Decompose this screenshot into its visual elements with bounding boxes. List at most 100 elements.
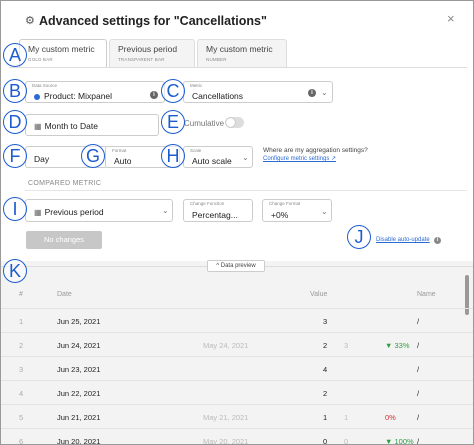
cumulative-toggle[interactable] bbox=[225, 117, 244, 128]
close-icon[interactable]: × bbox=[447, 11, 455, 26]
section-divider bbox=[25, 190, 467, 191]
compared-period-select[interactable]: ▦ Previous period ⌄ bbox=[25, 199, 173, 222]
table-row: 6 Jun 20, 2021 May 20, 2021 0 0 ▼ 100% / bbox=[1, 428, 473, 445]
row-name: / bbox=[417, 341, 420, 350]
scale-value: Auto scale bbox=[192, 156, 232, 166]
row-date: Jun 22, 2021 bbox=[57, 389, 101, 398]
table-row: 4 Jun 22, 2021 2 / bbox=[1, 380, 473, 404]
calendar-icon: ▦ bbox=[34, 208, 42, 217]
format-value: Auto bbox=[114, 156, 132, 166]
row-value: 4 bbox=[323, 365, 328, 374]
tab-sub: NUMBER bbox=[206, 57, 227, 62]
granularity-value: Day bbox=[34, 154, 50, 164]
metric-select[interactable]: Metric Cancellations i ⌄ bbox=[183, 81, 333, 103]
change-function-value: Percentag... bbox=[192, 210, 238, 220]
row-value: 1 bbox=[323, 413, 328, 422]
annotation-marker-f: F bbox=[3, 144, 27, 168]
row-value: 2 bbox=[323, 389, 328, 398]
data-source-select[interactable]: Data Source Product: Mixpanel i bbox=[25, 81, 165, 103]
row-change: 0% bbox=[385, 413, 396, 422]
row-date: Jun 21, 2021 bbox=[57, 413, 101, 422]
tab-my-custom-metric-gold[interactable]: My custom metric GOLD BAR bbox=[19, 39, 107, 67]
row-previous-value: 0 bbox=[344, 437, 349, 445]
no-changes-button[interactable]: No changes bbox=[26, 231, 102, 249]
chevron-down-icon: ⌄ bbox=[242, 153, 249, 162]
compared-period-value: ▦ Previous period bbox=[34, 207, 104, 217]
modal-title: Advanced settings for "Cancellations" bbox=[39, 14, 267, 28]
row-name: / bbox=[417, 389, 420, 398]
date-range-value: ▦ Month to Date bbox=[34, 121, 98, 131]
aggregation-question: Where are my aggregation settings? bbox=[263, 147, 368, 154]
row-date: Jun 24, 2021 bbox=[57, 341, 101, 350]
row-change: ▼ 33% bbox=[385, 341, 410, 350]
data-preview-toggle[interactable]: ^ Data preview bbox=[207, 260, 265, 272]
row-index: 1 bbox=[19, 317, 24, 326]
chevron-down-icon: ⌄ bbox=[321, 88, 328, 97]
annotation-marker-a: A bbox=[3, 43, 27, 67]
annotation-marker-k: K bbox=[3, 259, 27, 283]
mixpanel-icon bbox=[34, 93, 40, 100]
gear-icon: ⚙ bbox=[25, 15, 35, 27]
chevron-down-icon: ⌄ bbox=[162, 206, 169, 215]
row-name: / bbox=[417, 437, 420, 445]
annotation-marker-j: J bbox=[347, 225, 371, 249]
row-value: 3 bbox=[323, 317, 328, 326]
row-previous-value: 3 bbox=[344, 341, 349, 350]
modal-header: ⚙ Advanced settings for "Cancellations" … bbox=[1, 1, 473, 41]
annotation-marker-b: B bbox=[3, 79, 27, 103]
info-icon[interactable]: i bbox=[150, 91, 158, 99]
header-value: Value bbox=[310, 291, 328, 298]
row-previous-date: May 20, 2021 bbox=[203, 437, 249, 445]
annotation-marker-d: D bbox=[3, 110, 27, 134]
tab-label: My custom metric bbox=[206, 44, 273, 54]
tab-previous-period[interactable]: Previous period TRANSPARENT BAR bbox=[109, 39, 195, 67]
row-index: 2 bbox=[19, 341, 24, 350]
row-index: 3 bbox=[19, 365, 24, 374]
header-date: Date bbox=[57, 291, 72, 298]
change-function-select[interactable]: Change Function Percentag... bbox=[183, 199, 253, 222]
info-icon[interactable]: i bbox=[308, 89, 316, 97]
row-value: 0 bbox=[323, 437, 328, 445]
row-previous-date: May 24, 2021 bbox=[203, 341, 249, 350]
disable-auto-update-link[interactable]: Disable auto-update bbox=[376, 237, 430, 243]
annotation-marker-i: I bbox=[3, 197, 27, 221]
table-row: 1 Jun 25, 2021 3 / bbox=[1, 308, 473, 332]
date-range-select[interactable]: ▦ Month to Date bbox=[25, 114, 159, 136]
tab-divider bbox=[9, 67, 467, 68]
info-icon[interactable]: i bbox=[434, 237, 441, 244]
tab-label: My custom metric bbox=[28, 44, 95, 54]
table-row: 2 Jun 24, 2021 May 24, 2021 2 3 ▼ 33% / bbox=[1, 332, 473, 356]
tab-my-custom-metric-number[interactable]: My custom metric NUMBER bbox=[197, 39, 287, 67]
row-date: Jun 20, 2021 bbox=[57, 437, 101, 445]
chevron-down-icon: ⌄ bbox=[321, 207, 328, 216]
calendar-icon: ▦ bbox=[34, 122, 42, 131]
change-format-label: Change Format bbox=[269, 201, 301, 206]
tab-sub: GOLD BAR bbox=[28, 57, 53, 62]
row-date: Jun 25, 2021 bbox=[57, 317, 101, 326]
metric-label: Metric bbox=[190, 83, 203, 88]
scale-select[interactable]: Scale Auto scale ⌄ bbox=[183, 146, 253, 168]
format-label: Format bbox=[112, 148, 127, 153]
row-index: 4 bbox=[19, 389, 24, 398]
table-row: 5 Jun 21, 2021 May 21, 2021 1 1 0% / bbox=[1, 404, 473, 428]
row-value: 2 bbox=[323, 341, 328, 350]
data-source-value: Product: Mixpanel bbox=[34, 91, 112, 101]
date-range-text: Month to Date bbox=[44, 121, 98, 131]
row-previous-date: May 21, 2021 bbox=[203, 413, 249, 422]
compared-period-text: Previous period bbox=[44, 207, 104, 217]
table-row: 3 Jun 23, 2021 4 / bbox=[1, 356, 473, 380]
header-name: Name bbox=[417, 291, 436, 298]
cumulative-label: Cumulative bbox=[184, 119, 225, 128]
row-previous-value: 1 bbox=[344, 413, 349, 422]
compared-metric-heading: COMPARED METRIC bbox=[28, 180, 102, 187]
annotation-marker-g: G bbox=[81, 144, 105, 168]
row-name: / bbox=[417, 317, 420, 326]
annotation-marker-h: H bbox=[161, 144, 185, 168]
advanced-settings-modal: ⚙ Advanced settings for "Cancellations" … bbox=[0, 0, 474, 445]
scale-label: Scale bbox=[190, 148, 202, 153]
metric-value: Cancellations bbox=[192, 91, 244, 101]
configure-metric-settings-link[interactable]: Configure metric settings ↗ bbox=[263, 155, 336, 162]
change-format-select[interactable]: Change Format +0% ⌄ bbox=[262, 199, 332, 222]
annotation-marker-c: C bbox=[161, 79, 185, 103]
row-name: / bbox=[417, 365, 420, 374]
